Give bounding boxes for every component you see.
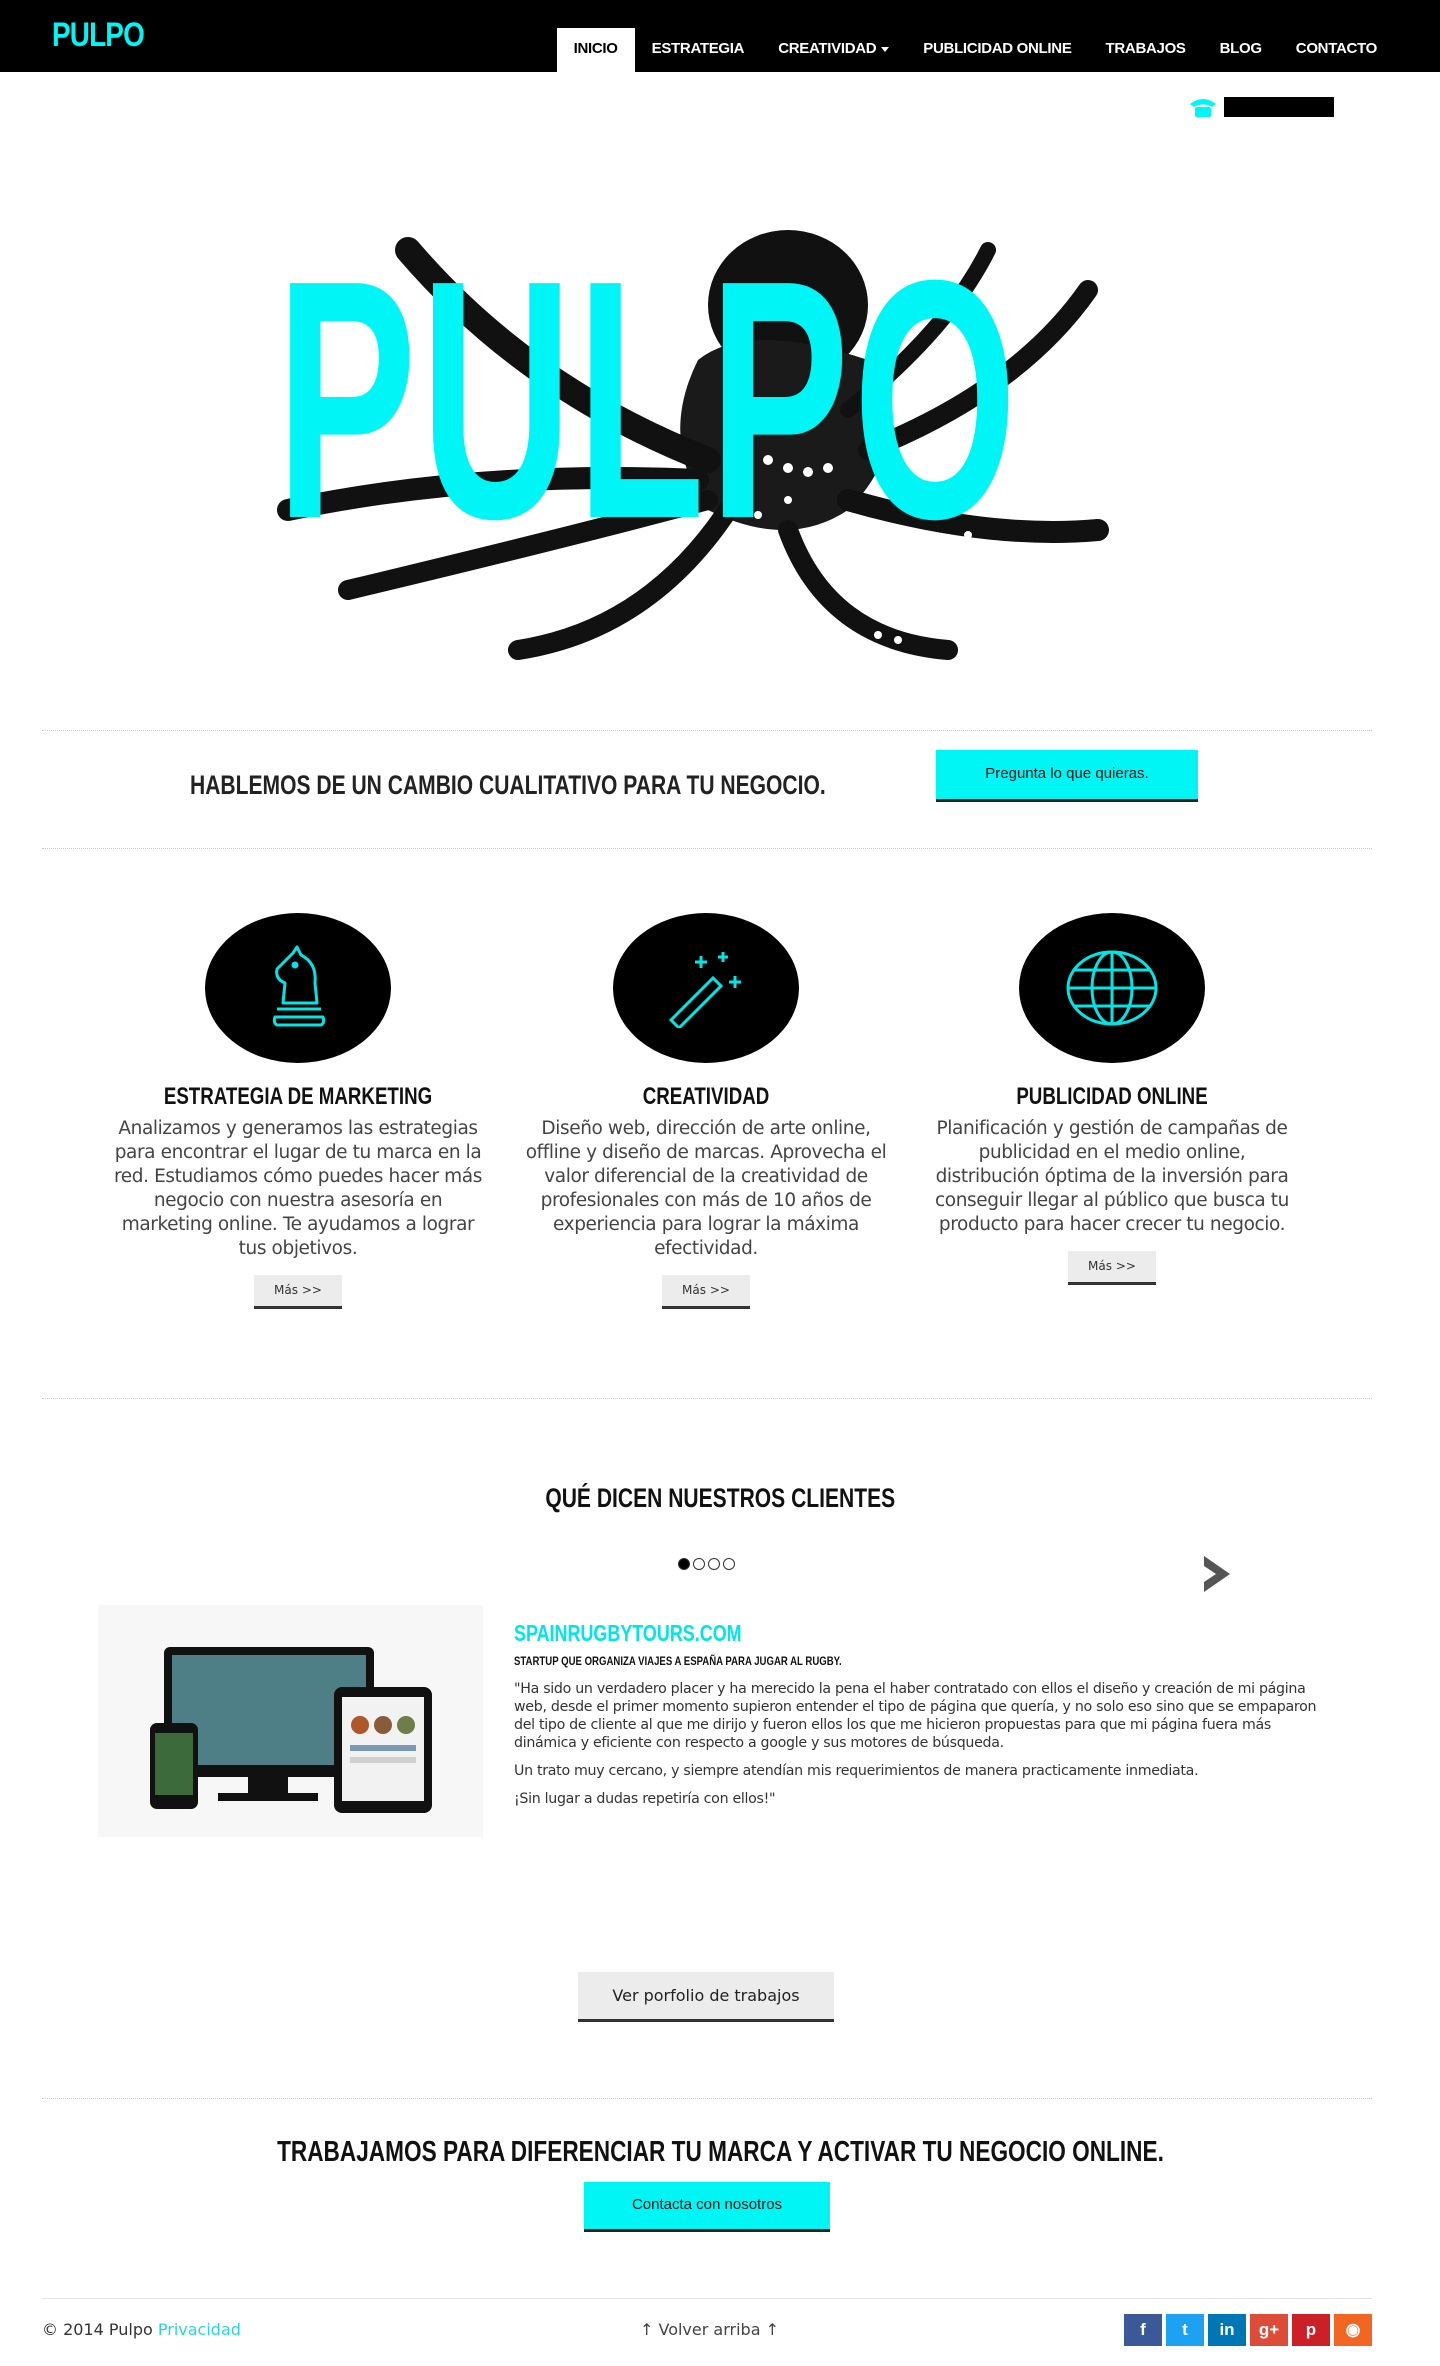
carousel-dot[interactable]	[723, 1558, 735, 1570]
main-nav: INICIO ESTRATEGIA CREATIVIDAD PUBLICIDAD…	[556, 28, 1394, 72]
service-title: CREATIVIDAD	[642, 1083, 770, 1110]
google-plus-icon[interactable]: g+	[1250, 2314, 1288, 2346]
phone-number-redacted	[1224, 97, 1334, 117]
nav-item-blog[interactable]: BLOG	[1203, 28, 1279, 72]
caret-down-icon	[881, 46, 890, 52]
carousel-dot[interactable]	[693, 1558, 705, 1570]
carousel-dot[interactable]	[678, 1558, 690, 1570]
cta-headline: HABLEMOS DE UN CAMBIO CUALITATIVO PARA T…	[190, 770, 826, 800]
nav-item-estrategia[interactable]: ESTRATEGIA	[635, 28, 762, 72]
carousel-dot[interactable]	[708, 1558, 720, 1570]
hero-banner: PULPO	[228, 210, 1188, 690]
more-button[interactable]: Más >>	[1068, 1251, 1156, 1285]
bottom-cta-heading: TRABAJAMOS PARA DIFERENCIAR TU MARCA Y A…	[0, 2136, 1440, 2169]
brand-logo[interactable]: PULPO	[52, 16, 145, 55]
quote-paragraph: ¡Sin lugar a dudas repetiría con ellos!"	[514, 1791, 776, 1807]
bottom-cta-title: TRABAJAMOS PARA DIFERENCIAR TU MARCA Y A…	[276, 2136, 1164, 2168]
contact-us-button[interactable]: Contacta con nosotros	[584, 2182, 830, 2232]
service-description: Diseño web, dirección de arte online, of…	[525, 1118, 887, 1259]
footer-copyright: © 2014 Pulpo Privacidad	[42, 2320, 241, 2339]
nav-item-inicio[interactable]: INICIO	[556, 28, 635, 72]
ask-button[interactable]: Pregunta lo que quieras.	[936, 750, 1198, 802]
copyright-text: © 2014 Pulpo	[42, 2320, 153, 2339]
service-title: PUBLICIDAD ONLINE	[1016, 1083, 1208, 1110]
quote-paragraph: "Ha sido un verdadero placer y ha mereci…	[514, 1681, 1317, 1751]
client-devices-image	[98, 1605, 483, 1837]
carousel-next-arrow-icon[interactable]	[1196, 1552, 1236, 1596]
service-icon-circle	[613, 913, 799, 1063]
service-creativity: CREATIVIDAD Diseño web, dirección de art…	[516, 913, 896, 1309]
magic-wand-icon	[668, 952, 741, 1028]
nav-item-trabajos[interactable]: TRABAJOS	[1089, 28, 1203, 72]
back-to-top-link[interactable]: ↑ Volver arriba ↑	[640, 2320, 779, 2339]
service-title: ESTRATEGIA DE MARKETING	[163, 1083, 433, 1110]
hero-title: PULPO	[276, 210, 1021, 590]
service-description: Planificación y gestión de campañas de p…	[935, 1118, 1289, 1235]
facebook-icon[interactable]: f	[1124, 2314, 1162, 2346]
phone-contact[interactable]	[1188, 96, 1334, 118]
chess-knight-icon	[272, 945, 326, 1027]
testimonial-subtitle: STARTUP QUE ORGANIZA VIAJES A ESPAÑA PAR…	[514, 1654, 842, 1668]
top-navbar: PULPO INICIO ESTRATEGIA CREATIVIDAD PUBL…	[0, 0, 1440, 72]
phone-icon	[1190, 99, 1216, 117]
testimonial-site-name[interactable]: SPAINRUGBYTOURS.COM	[514, 1620, 742, 1647]
nav-item-contacto[interactable]: CONTACTO	[1279, 28, 1394, 72]
service-icon-circle	[205, 913, 391, 1063]
service-marketing-strategy: ESTRATEGIA DE MARKETING Analizamos y gen…	[108, 913, 488, 1309]
social-links: f t in g+ p ◉	[1124, 2314, 1372, 2346]
linkedin-icon[interactable]: in	[1208, 2314, 1246, 2346]
divider	[42, 730, 1372, 731]
portfolio-button[interactable]: Ver porfolio de trabajos	[578, 1972, 834, 2022]
quote-paragraph: Un trato muy cercano, y siempre atendían…	[514, 1763, 1199, 1779]
footer-divider	[42, 2298, 1372, 2299]
service-online-advertising: PUBLICIDAD ONLINE Planificación y gestió…	[922, 913, 1302, 1285]
carousel-indicators	[678, 1558, 735, 1570]
twitter-icon[interactable]: t	[1166, 2314, 1204, 2346]
globe-icon	[1066, 950, 1158, 1026]
nav-item-label: CREATIVIDAD	[778, 40, 877, 57]
privacy-link[interactable]: Privacidad	[158, 2320, 241, 2339]
nav-item-creatividad[interactable]: CREATIVIDAD	[761, 28, 906, 72]
more-button[interactable]: Más >>	[254, 1275, 342, 1309]
more-button[interactable]: Más >>	[662, 1275, 750, 1309]
divider	[42, 848, 1372, 849]
nav-item-publicidad-online[interactable]: PUBLICIDAD ONLINE	[906, 28, 1088, 72]
divider	[42, 1398, 1372, 1399]
testimonials-title: QUÉ DICEN NUESTROS CLIENTES	[545, 1483, 895, 1513]
rss-icon[interactable]: ◉	[1334, 2314, 1372, 2346]
pinterest-icon[interactable]: p	[1292, 2314, 1330, 2346]
divider	[42, 2098, 1372, 2099]
service-description: Analizamos y generamos las estrategias p…	[114, 1118, 482, 1259]
testimonials-heading: QUÉ DICEN NUESTROS CLIENTES	[0, 1483, 1440, 1514]
testimonial-quote: "Ha sido un verdadero placer y ha mereci…	[514, 1680, 1326, 1818]
service-icon-circle	[1019, 913, 1205, 1063]
devices-mockup	[150, 1647, 432, 1813]
